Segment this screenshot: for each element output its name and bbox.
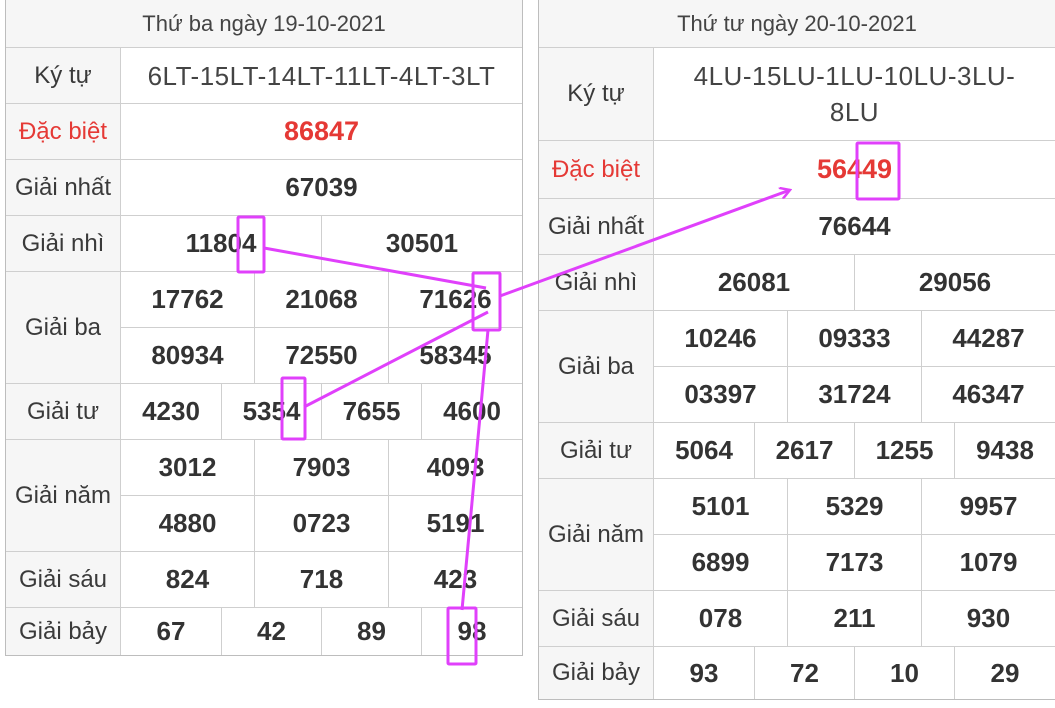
giai-nam-value: 4880: [158, 508, 217, 538]
giai-tu-value: 9438: [976, 435, 1034, 465]
giai-tu-value: 2617: [775, 435, 834, 465]
giai-nhat-value: 76644: [818, 211, 891, 241]
result-table-right: Thứ tư ngày 20-10-2021 Ký tự Đặc biệt Gi…: [538, 0, 1055, 700]
giai-bay-value: 89: [357, 616, 386, 646]
giai-tu-value: 5354: [242, 396, 301, 426]
giai-nam-value: 9957: [959, 491, 1018, 521]
giai-nam-value: 3012: [158, 452, 217, 482]
result-table-left: Thứ ba ngày 19-10-2021 Ký tự Đặc biệt Gi…: [5, 0, 523, 656]
giai-nam-value: 5329: [825, 491, 884, 521]
kytu-line-2: 8LU: [829, 97, 880, 127]
label-kytu: Ký tự: [539, 48, 653, 140]
label-giai-nam: Giải năm: [539, 479, 653, 590]
kytu-value: 4LU-15LU-1LU-10LU-3LU- 8LU: [654, 48, 1055, 140]
giai-nhi-value: 29056: [918, 267, 992, 297]
giai-tu-value: 7655: [342, 396, 401, 426]
giai-sau-value: 824: [165, 564, 210, 594]
giai-ba-value: 80934: [151, 340, 224, 370]
giai-ba-value: 10246: [684, 323, 757, 353]
label-dac-biet: Đặc biệt: [6, 104, 120, 159]
label-giai-nam: Giải năm: [6, 440, 120, 551]
giai-ba-value: 17762: [151, 284, 224, 314]
giai-tu-value: 4600: [443, 396, 501, 426]
giai-sau-value: 078: [698, 603, 743, 633]
giai-nam-value: 0723: [292, 508, 351, 538]
giai-nam-value: 1079: [959, 547, 1018, 577]
giai-ba-value: 71626: [419, 284, 492, 314]
label-giai-tu: Giải tư: [539, 423, 653, 478]
giai-ba-value: 46347: [952, 379, 1025, 409]
label-kytu: Ký tự: [6, 48, 120, 103]
giai-nam-value: 7903: [292, 452, 351, 482]
giai-ba-value: 58345: [419, 340, 492, 370]
label-giai-ba: Giải ba: [539, 311, 653, 422]
giai-nhat-value: 67039: [285, 172, 358, 202]
label-giai-bay: Giải bảy: [539, 647, 653, 699]
kytu-line-1: 4LU-15LU-1LU-10LU-3LU-: [693, 61, 1016, 91]
dac-biet-value: 56449: [816, 154, 893, 184]
label-giai-nhat: Giải nhất: [6, 160, 120, 215]
giai-bay-value: 42: [257, 616, 286, 646]
date-header-right: Thứ tư ngày 20-10-2021: [539, 0, 1055, 47]
giai-bay-value: 29: [990, 657, 1020, 688]
giai-tu-value: 4230: [142, 396, 200, 426]
giai-nam-value: 7173: [825, 547, 884, 577]
label-giai-nhat: Giải nhất: [539, 199, 653, 254]
giai-sau-value: 718: [299, 564, 344, 594]
label-giai-bay: Giải bảy: [6, 608, 120, 655]
giai-ba-value: 03397: [684, 379, 757, 409]
giai-bay-value: 93: [689, 657, 719, 688]
giai-ba-value: 31724: [818, 379, 891, 409]
label-dac-biet: Đặc biệt: [539, 141, 653, 198]
giai-nam-value: 4093: [426, 452, 485, 482]
label-giai-nhi: Giải nhì: [6, 216, 120, 271]
label-giai-ba: Giải ba: [6, 272, 120, 383]
giai-nhi-value: 30501: [385, 228, 459, 258]
kytu-value: 6LT-15LT-14LT-11LT-4LT-3LT: [147, 60, 496, 91]
date-header-left: Thứ ba ngày 19-10-2021: [6, 0, 522, 47]
giai-ba-value: 72550: [285, 340, 358, 370]
giai-ba-value: 21068: [285, 284, 358, 314]
giai-bay-value: 10: [890, 657, 919, 688]
giai-bay-value: 98: [457, 616, 487, 646]
giai-sau-value: 211: [833, 603, 876, 633]
giai-ba-value: 09333: [818, 323, 891, 353]
label-giai-tu: Giải tư: [6, 384, 120, 439]
label-giai-sau: Giải sáu: [6, 552, 120, 607]
giai-nam-value: 6899: [691, 547, 750, 577]
giai-tu-value: 5064: [675, 435, 733, 465]
giai-nhi-value: 26081: [717, 267, 791, 297]
giai-sau-value: 930: [966, 603, 1011, 633]
giai-bay-value: 67: [156, 616, 186, 646]
giai-nhi-value: 11804: [185, 228, 257, 258]
giai-tu-value: 1255: [875, 435, 934, 465]
label-giai-sau: Giải sáu: [539, 591, 653, 646]
giai-sau-value: 423: [433, 564, 478, 594]
giai-bay-value: 72: [790, 657, 819, 688]
label-giai-nhi: Giải nhì: [539, 255, 653, 310]
giai-nam-value: 5191: [426, 508, 485, 538]
giai-nam-value: 5101: [691, 491, 750, 521]
giai-ba-value: 44287: [952, 323, 1025, 353]
dac-biet-value: 86847: [283, 116, 360, 146]
